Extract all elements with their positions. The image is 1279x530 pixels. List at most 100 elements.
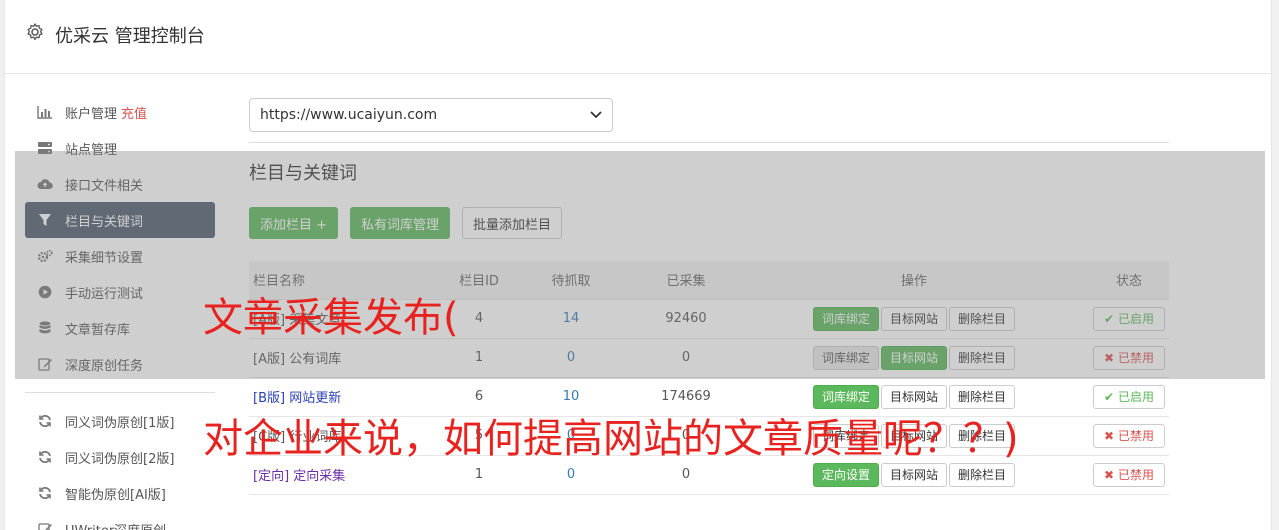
- delete-column-button[interactable]: 删除栏目: [949, 462, 1016, 487]
- sidebar-item-1[interactable]: 站点管理: [25, 130, 215, 166]
- column-name[interactable]: 网站更新: [289, 391, 341, 406]
- lexicon-bind-button[interactable]: 词库绑定: [812, 306, 879, 331]
- section-title: 栏目与关键词: [249, 163, 357, 184]
- table-row: [A版] 公有词库 1 0 0 词库绑定 目标网站 删除栏目 ✖ 已禁用: [249, 337, 1169, 377]
- sidebar-item-4[interactable]: 采集细节设置: [25, 238, 215, 274]
- overlay-title-line2: 对企业来说，如何提高网站的文章质量呢？？): [203, 416, 1019, 462]
- overlay-title-line1: 文章采集发布(: [203, 295, 459, 341]
- chevron-down-icon: [590, 111, 602, 119]
- target-site-button[interactable]: 目标网站: [880, 306, 947, 331]
- lexicon-bind-button[interactable]: 定向设置: [812, 462, 879, 487]
- header-status: 状态: [1089, 261, 1169, 299]
- status-cell: ✖ 已禁用: [1089, 454, 1169, 495]
- target-site-button[interactable]: 目标网站: [880, 345, 947, 370]
- site-select[interactable]: https://www.ucaiyun.com: [249, 98, 613, 132]
- pending-cell[interactable]: 10: [509, 376, 633, 416]
- sidebar-item-label: 采集细节设置: [65, 250, 144, 266]
- toolbar: 添加栏目 + 私有词库管理 批量添加栏目: [249, 207, 1169, 239]
- target-site-button[interactable]: 目标网站: [880, 384, 947, 409]
- header-column-name: 栏目名称: [249, 261, 449, 299]
- sidebar-item-label: 站点管理: [65, 142, 118, 158]
- delete-column-button[interactable]: 删除栏目: [949, 384, 1016, 409]
- collected-cell: 174669: [633, 376, 739, 416]
- status-toggle-button[interactable]: ✖ 已禁用: [1093, 345, 1165, 370]
- gear-icon: [27, 23, 43, 41]
- filter-icon: [37, 212, 53, 228]
- status-label: 已禁用: [1117, 467, 1154, 482]
- status-cell: ✔ 已启用: [1089, 376, 1169, 416]
- close-icon: ✖: [1104, 350, 1115, 365]
- column-name[interactable]: 定向采集: [293, 469, 345, 484]
- sidebar-item-2[interactable]: 接口文件相关: [25, 166, 215, 202]
- sidebar-item-label: 深度原创任务: [65, 358, 144, 374]
- header-actions: 操作: [739, 261, 1089, 299]
- status-label: 已启用: [1117, 389, 1154, 404]
- page-title: 优采云 管理控制台: [55, 26, 205, 47]
- delete-column-button[interactable]: 删除栏目: [949, 345, 1016, 370]
- sidebar-item-7[interactable]: 深度原创任务: [25, 346, 215, 382]
- sidebar-item-label: 智能伪原创[AI版]: [65, 487, 166, 503]
- sidebar-item-label: UWriter深度原创: [65, 520, 166, 530]
- close-icon: ✖: [1104, 467, 1115, 482]
- sidebar-item-0[interactable]: 账户管理 充值: [25, 94, 215, 130]
- lexicon-bind-button[interactable]: 词库绑定: [812, 345, 879, 370]
- table-header-row: 栏目名称 栏目ID 待抓取 已采集 操作 状态: [249, 261, 1169, 299]
- close-icon: ✖: [1104, 428, 1115, 443]
- actions-cell: 词库绑定 目标网站 删除栏目: [739, 298, 1089, 338]
- site-select-value: https://www.ucaiyun.com: [260, 107, 438, 123]
- sidebar-item-tool-3[interactable]: UWriter深度原创: [25, 511, 215, 530]
- status-cell: ✖ 已禁用: [1089, 415, 1169, 455]
- lexicon-bind-button[interactable]: 词库绑定: [812, 384, 879, 409]
- server-icon: [37, 140, 53, 156]
- status-toggle-button[interactable]: ✔ 已启用: [1093, 306, 1165, 331]
- sidebar-item-5[interactable]: 手动运行测试: [25, 274, 215, 310]
- edit-icon: [37, 356, 53, 372]
- status-toggle-button[interactable]: ✖ 已禁用: [1093, 423, 1165, 448]
- header-column-id: 栏目ID: [449, 261, 509, 299]
- refresh-icon: [37, 485, 53, 501]
- target-site-button[interactable]: 目标网站: [880, 462, 947, 487]
- status-label: 已禁用: [1117, 428, 1154, 443]
- column-name[interactable]: 公有词库: [289, 352, 341, 367]
- cogs-icon: [37, 248, 53, 264]
- status-cell: ✔ 已启用: [1089, 298, 1169, 338]
- column-prefix[interactable]: [B版]: [253, 391, 285, 406]
- status-label: 已启用: [1117, 311, 1154, 326]
- sidebar-item-6[interactable]: 文章暂存库: [25, 310, 215, 346]
- collected-cell: 92460: [633, 298, 739, 338]
- divider: [249, 142, 1169, 143]
- sidebar-item-label: 栏目与关键词: [65, 214, 144, 230]
- batch-add-button[interactable]: 批量添加栏目: [462, 207, 563, 239]
- recharge-link[interactable]: 充值: [121, 103, 147, 122]
- sidebar-item-label: 接口文件相关: [65, 178, 144, 194]
- edit-icon: [37, 521, 53, 530]
- column-id-cell: 1: [449, 337, 509, 377]
- delete-column-button[interactable]: 删除栏目: [949, 306, 1016, 331]
- actions-cell: 词库绑定 目标网站 删除栏目: [739, 337, 1089, 377]
- pending-cell[interactable]: 14: [509, 298, 633, 338]
- sidebar-item-tool-1[interactable]: 同义词伪原创[2版]: [25, 439, 215, 475]
- sidebar: 账户管理 充值站点管理接口文件相关 栏目与关键词 采集细节设置手动运行测试文章暂存库深…: [25, 94, 215, 530]
- check-icon: ✔: [1104, 389, 1115, 404]
- add-column-button[interactable]: 添加栏目 +: [249, 207, 339, 239]
- check-icon: ✔: [1104, 311, 1115, 326]
- sidebar-divider: [25, 392, 215, 393]
- bar-chart-icon: [37, 104, 53, 120]
- sidebar-item-label: 文章暂存库: [65, 322, 131, 338]
- sidebar-item-3[interactable]: 栏目与关键词: [25, 202, 215, 238]
- status-toggle-button[interactable]: ✖ 已禁用: [1093, 462, 1165, 487]
- pending-cell[interactable]: 0: [509, 337, 633, 377]
- column-name-cell: [A版] 公有词库: [249, 337, 449, 377]
- status-label: 已禁用: [1117, 350, 1154, 365]
- status-toggle-button[interactable]: ✔ 已启用: [1093, 384, 1165, 409]
- sidebar-item-tool-0[interactable]: 同义词伪原创[1版]: [25, 403, 215, 439]
- sidebar-item-tool-2[interactable]: 智能伪原创[AI版]: [25, 475, 215, 511]
- column-prefix[interactable]: [定向]: [253, 469, 289, 484]
- column-id-cell: 6: [449, 376, 509, 416]
- column-prefix[interactable]: [A版]: [253, 352, 285, 367]
- header-pending: 待抓取: [509, 261, 633, 299]
- header: 优采云 管理控制台: [5, 0, 1271, 74]
- database-icon: [37, 320, 53, 336]
- private-lexicon-button[interactable]: 私有词库管理: [350, 207, 451, 239]
- status-cell: ✖ 已禁用: [1089, 337, 1169, 377]
